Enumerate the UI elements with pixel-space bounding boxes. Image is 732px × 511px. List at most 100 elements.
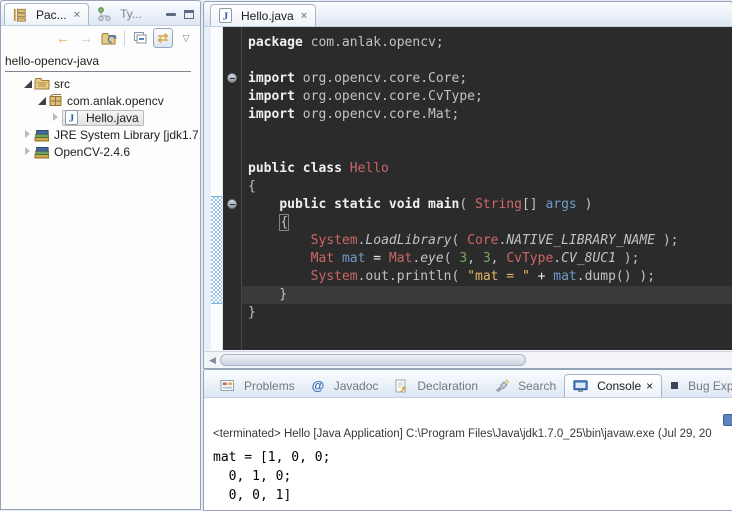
declaration-icon [394,379,408,393]
fold-collapse-icon[interactable] [227,199,237,209]
minimize-view-icon[interactable] [166,13,176,16]
range-indicator [211,196,222,304]
selected-item-box: J Hello.java [62,110,144,126]
view-tab-search[interactable]: Search [486,374,564,397]
fold-collapse-icon[interactable] [227,73,237,83]
code-line[interactable]: } [248,304,732,322]
view-tab-pac[interactable]: Pac... × [4,3,89,25]
collapse-all-button[interactable] [130,28,150,48]
console-body: <terminated> Hello [Java Application] C:… [205,398,732,510]
console-output-line: 0, 1, 0; [213,467,330,486]
svg-text:J: J [69,113,75,125]
package-explorer-toolbar: ← → ⇄ ▽ [1,26,200,50]
view-tab-label: Javadoc [334,379,379,393]
expand-arrow-icon[interactable] [23,130,32,139]
expand-arrow-icon[interactable] [23,147,32,156]
marker-ruler[interactable] [211,27,223,350]
editor-tab-label: Hello.java [241,9,294,23]
package-explorer-icon [13,8,27,22]
view-tab-label: Pac... [36,8,67,22]
close-icon[interactable]: × [646,379,653,393]
link-with-editor-button[interactable]: ⇄ [153,28,173,48]
svg-text:J: J [223,11,229,23]
view-tab-bug-explorer[interactable]: Bug Explorer [662,374,732,397]
scroll-left-arrow-icon[interactable]: ◀ [205,355,220,366]
code-area[interactable]: package com.anlak.opencv; import org.open… [242,27,732,350]
view-tab-ty[interactable]: Ty... [89,3,150,25]
scrollbar-thumb[interactable] [220,354,526,366]
search-icon [494,379,509,392]
editor-body: package com.anlak.opencv; import org.open… [205,27,732,350]
code-line[interactable]: { [248,178,732,196]
maximize-view-icon[interactable] [184,10,194,19]
tree-item-label: JRE System Library [jdk1.7.0 [54,128,200,142]
forward-button[interactable]: → [76,28,96,48]
bug-view-icon [670,381,679,390]
code-line[interactable]: { [248,214,732,232]
code-line[interactable]: System.out.println( "mat = " + mat.dump(… [248,268,732,286]
view-tab-label: Ty... [120,7,142,21]
link-editor-icon: ⇄ [158,30,169,46]
code-line[interactable] [248,142,732,160]
view-tab-javadoc[interactable]: @ Javadoc [303,374,387,397]
library-icon [34,145,50,159]
package-explorer-panel: Pac... × Ty... ← → ⇄ ▽ hello-opencv-java src c… [0,0,201,510]
svg-text:@: @ [311,379,324,393]
code-line[interactable] [248,52,732,70]
tree-item-src[interactable]: src [1,75,200,92]
eclipse-window: { "package_explorer": { "tabs": [ { "lab… [0,0,732,511]
collapse-arrow-icon[interactable] [37,96,46,105]
matched-brace: { [279,214,289,231]
code-line[interactable]: import org.opencv.core.Mat; [248,106,732,124]
code-line[interactable]: public class Hello [248,160,732,178]
back-button[interactable]: ← [53,28,73,48]
expand-arrow-icon[interactable] [51,113,60,122]
code-line[interactable]: public static void main( String[] args ) [248,196,732,214]
code-line[interactable]: import org.opencv.core.Core; [248,70,732,88]
console-output[interactable]: mat = [1, 0, 0; 0, 1, 0; 0, 0, 1] [213,448,330,505]
project-root-label: hello-opencv-java [5,54,191,72]
close-icon[interactable]: × [74,9,80,21]
tree-item-hello-java[interactable]: J Hello.java [1,109,200,126]
tree-item-label: src [54,77,70,91]
view-window-buttons [166,10,200,25]
tree-item-label: com.anlak.opencv [67,94,164,108]
code-line-current[interactable]: } [242,286,732,304]
view-tab-problems[interactable]: Problems [212,374,303,397]
editor-panel: J Hello.java × package com.anlak.opencv;… [203,1,732,369]
view-tab-label: Search [518,379,556,393]
view-tab-declaration[interactable]: Declaration [386,374,486,397]
code-line[interactable] [248,124,732,142]
console-icon [573,380,588,393]
collapse-arrow-icon[interactable] [23,79,32,88]
tree-item-label: Hello.java [86,111,139,125]
tree-item-label: OpenCV-2.4.6 [54,145,130,159]
forward-arrow-icon: → [79,30,93,46]
javadoc-icon: @ [311,379,325,393]
close-icon[interactable]: × [301,10,307,22]
code-line[interactable]: package com.anlak.opencv; [248,34,732,52]
library-icon [34,128,50,142]
view-tab-label: Declaration [417,379,478,393]
tree-item-opencv-2-4-6[interactable]: OpenCV-2.4.6 [1,143,200,160]
toolbar-separator [124,30,125,46]
project-root-item[interactable]: hello-opencv-java [1,50,200,74]
horizontal-scrollbar[interactable]: ◀ [205,351,732,368]
code-line[interactable]: import org.opencv.core.CvType; [248,88,732,106]
editor-tab-hello-java[interactable]: J Hello.java × [210,4,316,26]
back-arrow-icon: ← [56,30,70,46]
package-icon [48,94,63,107]
folding-bar[interactable] [223,27,242,350]
view-tab-console[interactable]: Console× [564,374,662,397]
project-tree: src com.anlak.opencv J Hello.java JRE System… [1,74,200,160]
console-toolbar-icon[interactable] [723,414,732,426]
code-line[interactable]: Mat mat = Mat.eye( 3, 3, CvType.CV_8UC1 … [248,250,732,268]
tree-item-jre-system-library-jdk1-7-0[interactable]: JRE System Library [jdk1.7.0 [1,126,200,143]
view-menu-button[interactable]: ▽ [176,28,196,48]
tree-item-com-anlak-opencv[interactable]: com.anlak.opencv [1,92,200,109]
up-button[interactable] [99,28,119,48]
java-file-icon: J [219,8,232,23]
console-output-line: 0, 0, 1] [213,486,330,505]
type-hierarchy-icon [97,7,111,21]
code-line[interactable]: System.LoadLibrary( Core.NATIVE_LIBRARY_… [248,232,732,250]
